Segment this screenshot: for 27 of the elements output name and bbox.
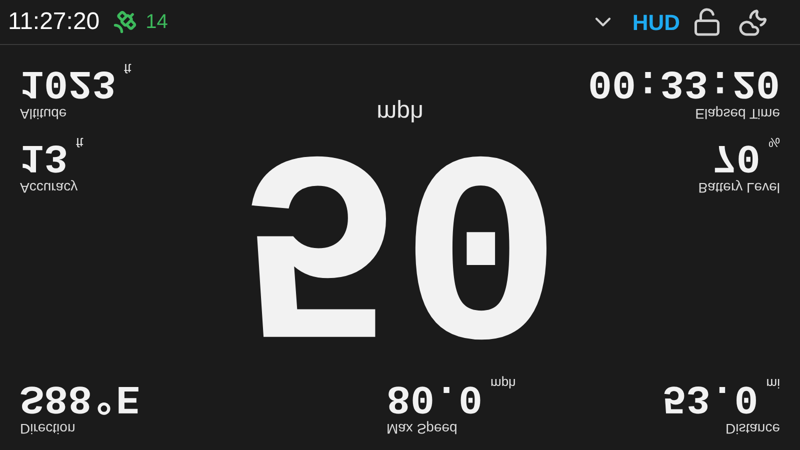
unlocked-lock-icon[interactable] [692,7,722,37]
metric-label: Altitude [20,105,67,123]
metric-label: Distance [726,420,780,438]
speed-unit: mph [376,99,424,125]
clock-time: 11:27:20 [8,7,100,37]
metric-unit: ft [124,61,132,75]
metric-unit: % [768,135,780,149]
metric-value: 70 [712,135,760,175]
hud-button[interactable]: HUD [632,6,680,38]
satellite-icon [112,9,138,35]
speed-value: 50 [238,125,562,335]
metric-label: Max Speed [386,420,458,438]
metric-label: Direction [20,420,76,438]
moon-cloud-icon[interactable] [738,7,768,37]
metric-value: 1023 [20,61,116,101]
metric-unit: mph [490,376,516,390]
satellite-count: 14 [146,10,168,35]
metric-unit: ft [76,135,84,149]
metric-value: S88°E [20,376,140,416]
metric-label: Battery Level [698,179,780,197]
metric-value: 13 [20,135,68,175]
metric-unit: mi [766,376,780,390]
metric-value: 00:33:20 [588,61,780,101]
metric-label: Accuracy [20,179,78,197]
metric-value: 80.0 [386,376,482,416]
metric-value: 53.0 [662,376,758,416]
metric-label: Elapsed Time [695,105,780,123]
